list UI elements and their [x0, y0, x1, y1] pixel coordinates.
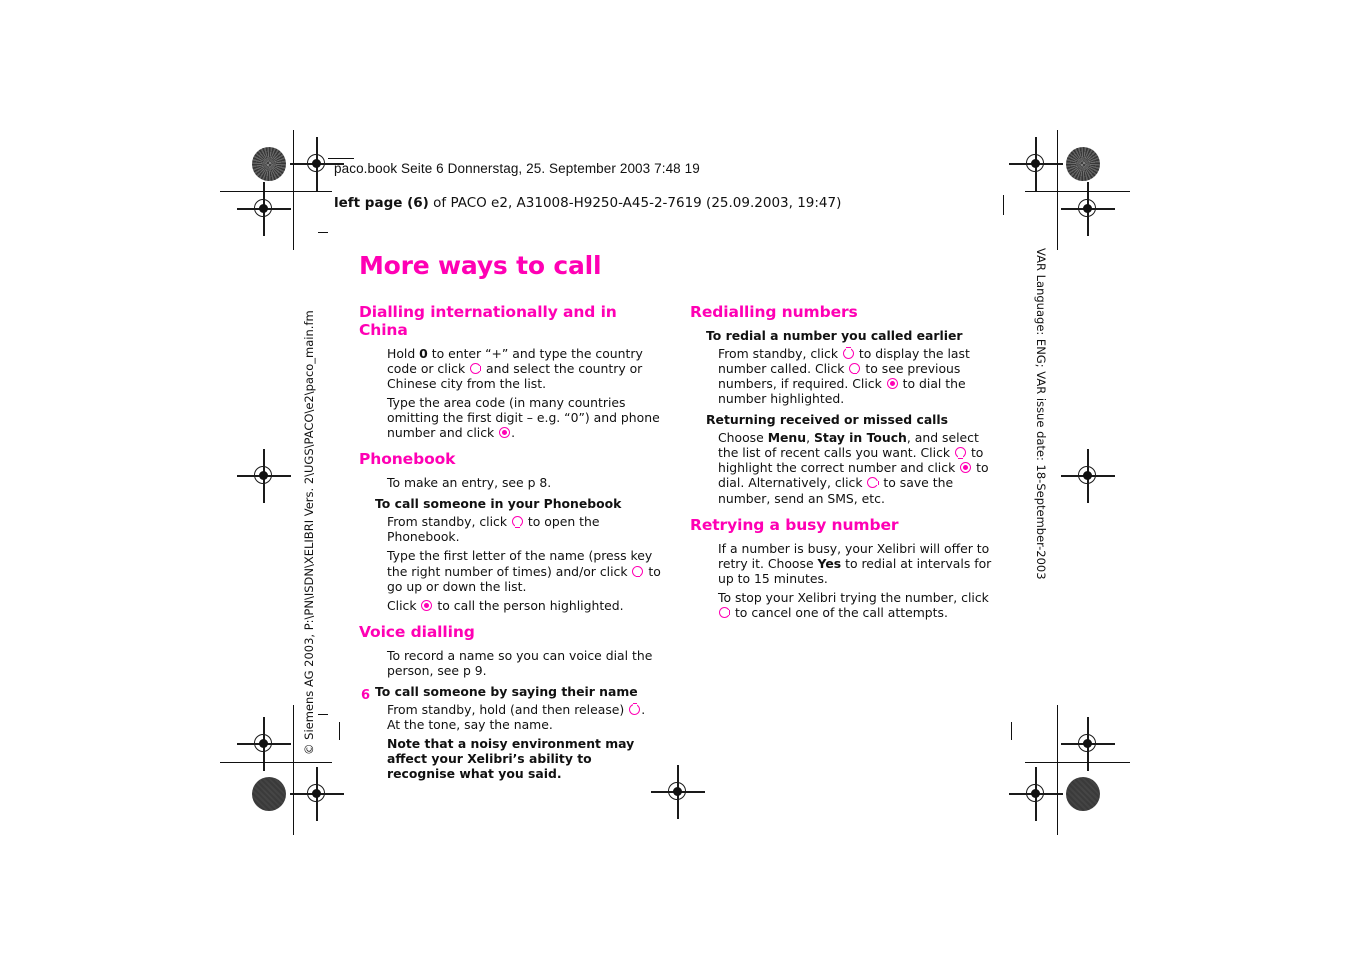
down-key-icon: [511, 516, 523, 528]
select-key-icon: [960, 462, 972, 474]
section-heading: Redialling numbers: [690, 303, 858, 321]
printed-page: paco.book Seite 6 Donnerstag, 25. Septem…: [0, 0, 1351, 954]
header-rule: [328, 158, 354, 159]
trim-line-right-vertical-2: [1057, 705, 1058, 835]
trim-line-bottom-right-horizontal: [1025, 762, 1130, 763]
body-paragraph: Type the first letter of the name (press…: [387, 548, 661, 594]
section: Redialling numbers To redial a number you…: [690, 303, 995, 506]
down-key-icon: [849, 362, 861, 375]
side-key-icon: [867, 477, 879, 489]
section: Dialling internationally and in China Hol…: [359, 303, 662, 441]
up-key-icon: [629, 703, 641, 715]
body-paragraph: Hold 0 to enter “+” and type the country…: [387, 345, 643, 391]
left-column: Dialling internationally and in China Hol…: [359, 303, 662, 789]
side-text-left: © Siemens AG 2003, P:\PN\ISDN\XELIBRI Ve…: [302, 310, 316, 755]
registration-mark-right-middle: [1061, 449, 1115, 503]
tick-mark-inner-left: [339, 722, 340, 740]
registration-mark-right-lower: [1061, 717, 1115, 771]
right-column: Redialling numbers To redial a number you…: [690, 303, 995, 627]
side-key-icon: [719, 607, 731, 618]
section: Voice dialling To record a name so you ca…: [359, 622, 662, 782]
updown-key-icon: [955, 447, 966, 459]
subsection-heading: To call someone in your Phonebook: [375, 496, 622, 512]
emphasis-text: Stay in Touch: [813, 430, 907, 446]
trim-line-top-right-horizontal: [1025, 191, 1130, 192]
side-text-right: VAR Language: ENG; VAR issue date: 18-Se…: [1034, 248, 1048, 580]
emphasis-text: Menu: [767, 430, 807, 446]
updown-key-icon: [632, 565, 644, 577]
emphasis-text: Yes: [817, 555, 842, 571]
registration-mark-left-lower: [237, 717, 291, 771]
body-paragraph: Type the area code (in many countries om…: [387, 395, 660, 441]
page-title: More ways to call: [359, 251, 602, 280]
side-key-icon: [470, 362, 482, 374]
header-file-line: paco.book Seite 6 Donnerstag, 25. Septem…: [334, 161, 700, 176]
body-paragraph: From standby, hold (and then release) . …: [387, 701, 646, 732]
registration-mark-right-upper: [1061, 182, 1115, 236]
registration-mark-left-middle: [237, 449, 291, 503]
registration-mark-left-upper: [237, 182, 291, 236]
note-paragraph: Note that a noisy environment may affect…: [387, 736, 635, 782]
body-paragraph: To record a name so you can voice dial t…: [387, 647, 653, 678]
select-key-icon: [499, 427, 511, 439]
header-doc-line-bold: left page (6): [334, 195, 429, 211]
halftone-circle-bottom-right: [1066, 777, 1100, 811]
tick-mark-upper-right: [1003, 195, 1004, 215]
body-paragraph: If a number is busy, your Xelibri will o…: [718, 540, 992, 586]
header-doc-line: left page (6) of PACO e2, A31008-H9250-A…: [334, 195, 841, 211]
trim-line-right-vertical: [1057, 130, 1058, 250]
trim-line-top-left-horizontal: [220, 191, 332, 192]
tick-mark-inner-right: [1011, 722, 1012, 740]
body-paragraph: To make an entry, see p 8.: [387, 475, 552, 491]
halftone-circle-bottom-left: [252, 777, 286, 811]
page-number: 6: [361, 688, 371, 703]
registration-mark-top-right: [1009, 137, 1063, 191]
section-heading: Retrying a busy number: [690, 515, 899, 534]
section: Retrying a busy number If a number is bus…: [690, 515, 995, 620]
up-key-icon: [842, 347, 854, 359]
body-paragraph: From standby, click to open the Phoneboo…: [387, 514, 600, 545]
trim-line-bottom-left-horizontal: [220, 762, 332, 763]
section-heading: Dialling internationally and in China: [359, 303, 617, 339]
body-paragraph: To stop your Xelibri trying the number, …: [718, 589, 989, 620]
tick-mark-upper-left: [318, 232, 328, 233]
trim-line-left-vertical-2: [293, 705, 294, 835]
select-key-icon: [886, 377, 898, 389]
registration-mark-bottom-left: [290, 767, 344, 821]
halftone-circle-top-right: [1066, 147, 1100, 181]
section-heading: Voice dialling: [359, 622, 475, 641]
subsection-heading: To redial a number you called earlier: [706, 327, 963, 343]
section-heading: Phonebook: [359, 450, 456, 469]
section: Phonebook To make an entry, see p 8. To ca…: [359, 451, 662, 613]
main-content: More ways to call Dialling international…: [359, 253, 1009, 789]
header-doc-line-rest: of PACO e2, A31008-H9250-A45-2-7619 (25.…: [428, 195, 842, 211]
body-paragraph: Click to call the person highlighted.: [387, 597, 624, 613]
tick-mark-lower-left: [318, 714, 328, 715]
subsection-heading: To call someone by saying their name: [375, 684, 638, 699]
subsection-heading: Returning received or missed calls: [706, 412, 949, 428]
emphasis-text: 0: [419, 345, 428, 361]
registration-mark-top-left: [290, 137, 344, 191]
registration-mark-bottom-right: [1009, 767, 1063, 821]
body-paragraph: From standby, click to display the last …: [718, 345, 970, 407]
trim-line-left-vertical: [293, 130, 294, 250]
body-paragraph: Choose Menu, Stay in Touch, and select t…: [718, 430, 989, 506]
select-key-icon: [421, 599, 433, 611]
halftone-circle-top-left: [252, 147, 286, 181]
